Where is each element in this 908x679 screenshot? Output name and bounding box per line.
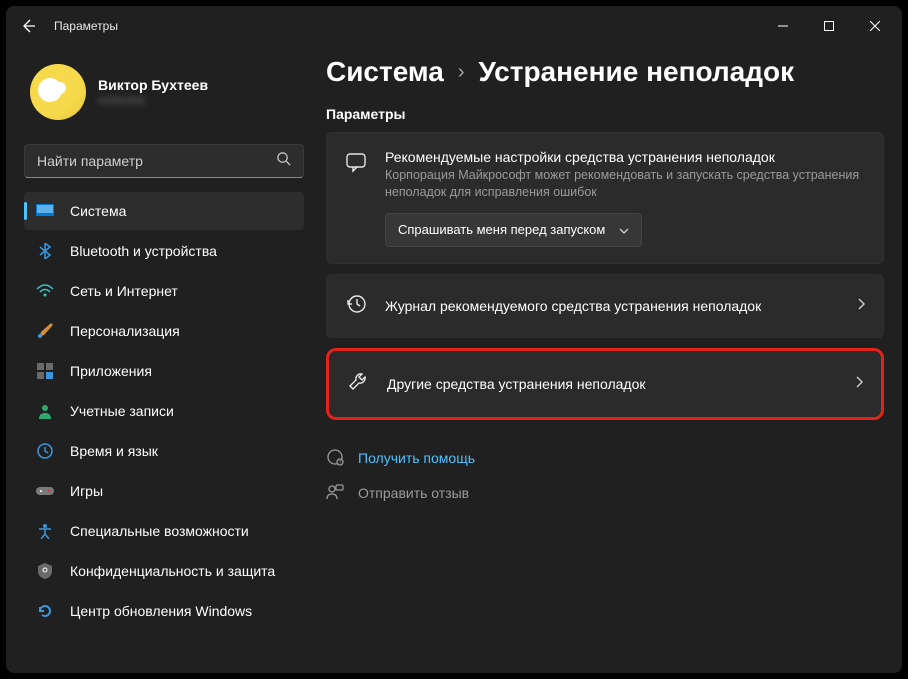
recommended-settings-card: Рекомендуемые настройки средства устране… (326, 132, 884, 264)
card-body: Рекомендуемые настройки средства устране… (385, 149, 865, 247)
breadcrumb-current: Устранение неполадок (479, 56, 795, 88)
chevron-right-icon (855, 375, 863, 393)
sidebar-item-label: Приложения (70, 363, 152, 379)
settings-window: Параметры Виктор Бухтеев redacted (6, 6, 902, 673)
back-button[interactable] (20, 18, 36, 34)
send-feedback-link[interactable]: Отправить отзыв (326, 483, 884, 504)
sidebar-item-personalization[interactable]: Персонализация (24, 312, 304, 350)
sidebar-item-label: Учетные записи (70, 403, 174, 419)
person-icon (36, 402, 54, 420)
sidebar-item-system[interactable]: Система (24, 192, 304, 230)
row-title: Журнал рекомендуемого средства устранени… (385, 298, 839, 314)
titlebar-left: Параметры (20, 18, 118, 34)
sidebar-item-privacy[interactable]: Конфиденциальность и защита (24, 552, 304, 590)
sidebar-item-label: Персонализация (70, 323, 180, 339)
update-icon (36, 602, 54, 620)
footer-links: ? Получить помощь Отправить отзыв (326, 448, 884, 504)
accessibility-icon (36, 522, 54, 540)
avatar (30, 64, 86, 120)
card-title: Рекомендуемые настройки средства устране… (385, 149, 865, 165)
main-panel: Система › Устранение неполадок Параметры… (326, 46, 884, 655)
help-icon: ? (326, 448, 344, 469)
section-label: Параметры (326, 106, 884, 122)
chevron-down-icon (619, 222, 629, 237)
apps-icon (36, 362, 54, 380)
feedback-person-icon (326, 483, 344, 504)
breadcrumb: Система › Устранение неполадок (326, 56, 884, 88)
history-icon (345, 293, 367, 320)
wrench-icon (347, 371, 369, 398)
gamepad-icon (36, 482, 54, 500)
shield-icon (36, 562, 54, 580)
sidebar-item-label: Центр обновления Windows (70, 603, 252, 619)
sidebar-item-label: Время и язык (70, 443, 158, 459)
sidebar-item-label: Игры (70, 483, 103, 499)
sidebar-item-apps[interactable]: Приложения (24, 352, 304, 390)
nav-list: Система Bluetooth и устройства Сеть и Ин… (24, 192, 304, 630)
link-label: Отправить отзыв (358, 485, 469, 501)
sidebar-item-update[interactable]: Центр обновления Windows (24, 592, 304, 630)
window-controls (760, 10, 898, 42)
chevron-right-icon: › (458, 61, 465, 84)
brush-icon (36, 322, 54, 340)
profile-text: Виктор Бухтеев redacted (98, 77, 208, 107)
other-troubleshooters-row[interactable]: Другие средства устранения неполадок (326, 348, 884, 420)
get-help-link[interactable]: ? Получить помощь (326, 448, 884, 469)
sidebar-item-label: Конфиденциальность и защита (70, 563, 275, 579)
svg-text:?: ? (339, 460, 342, 466)
search-input[interactable] (37, 153, 276, 169)
clock-icon (36, 442, 54, 460)
row-title: Другие средства устранения неполадок (387, 376, 837, 392)
search-icon (276, 151, 291, 171)
card-description: Корпорация Майкрософт может рекомендоват… (385, 167, 865, 201)
maximize-button[interactable] (806, 10, 852, 42)
sidebar-item-network[interactable]: Сеть и Интернет (24, 272, 304, 310)
close-button[interactable] (852, 10, 898, 42)
titlebar: Параметры (6, 6, 902, 46)
minimize-button[interactable] (760, 10, 806, 42)
dropdown-value: Спрашивать меня перед запуском (398, 222, 605, 237)
sidebar-item-label: Сеть и Интернет (70, 283, 178, 299)
bluetooth-icon (36, 242, 54, 260)
sidebar: Виктор Бухтеев redacted Система Bluetoot… (24, 46, 304, 655)
search-box[interactable] (24, 144, 304, 178)
breadcrumb-root[interactable]: Система (326, 56, 444, 88)
window-title: Параметры (54, 19, 118, 33)
sidebar-item-bluetooth[interactable]: Bluetooth и устройства (24, 232, 304, 270)
wifi-icon (36, 282, 54, 300)
profile-email: redacted (98, 93, 208, 107)
troubleshoot-preference-dropdown[interactable]: Спрашивать меня перед запуском (385, 213, 642, 247)
sidebar-item-label: Специальные возможности (70, 523, 249, 539)
sidebar-item-accounts[interactable]: Учетные записи (24, 392, 304, 430)
sidebar-item-gaming[interactable]: Игры (24, 472, 304, 510)
sidebar-item-accessibility[interactable]: Специальные возможности (24, 512, 304, 550)
profile-name: Виктор Бухтеев (98, 77, 208, 93)
history-row[interactable]: Журнал рекомендуемого средства устранени… (326, 274, 884, 338)
sidebar-item-time[interactable]: Время и язык (24, 432, 304, 470)
system-icon (36, 202, 54, 220)
chevron-right-icon (857, 297, 865, 315)
content-area: Виктор Бухтеев redacted Система Bluetoot… (6, 46, 902, 673)
feedback-icon (345, 151, 367, 178)
profile-block[interactable]: Виктор Бухтеев redacted (24, 46, 304, 138)
link-label: Получить помощь (358, 450, 475, 466)
sidebar-item-label: Bluetooth и устройства (70, 243, 217, 259)
sidebar-item-label: Система (70, 203, 126, 219)
